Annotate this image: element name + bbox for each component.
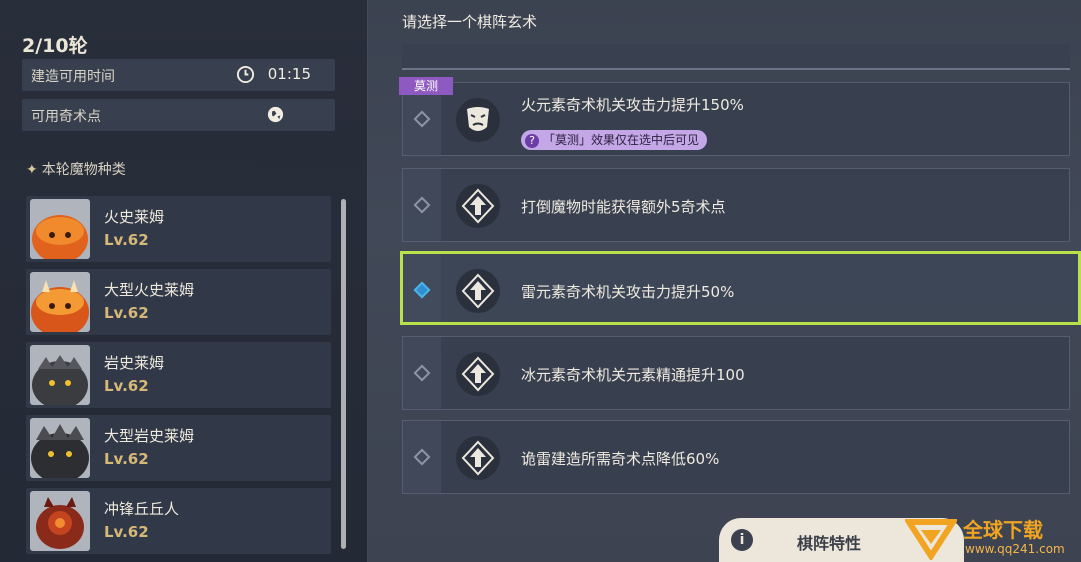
mystery-tag: 莫测	[399, 77, 453, 95]
option-text: 雷元素奇术机关攻击力提升50%	[521, 283, 735, 301]
mystery-hint: ? 「莫测」效果仅在选中后可见	[521, 130, 708, 150]
build-time-row: 建造可用时间 01:15	[22, 59, 335, 91]
monster-level: Lv.62	[104, 304, 149, 322]
sparkle-icon: ✦	[26, 162, 38, 178]
left-panel: 2/10轮 建造可用时间 01:15 可用奇术点 0 ✦本轮魔物种类 火史莱姆	[0, 0, 368, 562]
pyro-slime-portrait	[30, 199, 90, 259]
option-card[interactable]: 诡雷建造所需奇术点降低60%	[402, 420, 1070, 494]
monster-card[interactable]: 火史莱姆 Lv.62	[26, 196, 331, 262]
watermark-logo-icon	[905, 519, 957, 560]
monster-level: Lv.62	[104, 450, 149, 468]
points-row: 可用奇术点 0	[22, 99, 335, 131]
monster-section-title: ✦ 本轮魔物种类	[26, 162, 126, 178]
monster-name: 大型火史莱姆	[104, 281, 195, 299]
monster-card[interactable]: 大型岩史莱姆 Lv.62	[26, 415, 331, 481]
monster-level: Lv.62	[104, 523, 149, 541]
monster-level: Lv.62	[104, 231, 149, 249]
monster-card[interactable]: 岩史莱姆 Lv.62	[26, 342, 331, 408]
arrow-up-icon	[456, 352, 500, 396]
option-card[interactable]: 打倒魔物时能获得额外5奇术点	[402, 168, 1070, 242]
hilichurl-berserker-portrait	[30, 491, 90, 551]
points-label: 可用奇术点	[31, 109, 101, 125]
option-card-selected[interactable]: 雷元素奇术机关攻击力提升50%	[400, 251, 1081, 325]
arrow-up-icon	[456, 436, 500, 480]
monster-list-scrollbar[interactable]	[341, 199, 346, 549]
watermark: 全球下载 www.qq241.com	[905, 512, 1081, 562]
arrow-up-icon	[456, 184, 500, 228]
monster-card[interactable]: 大型火史莱姆 Lv.62	[26, 269, 331, 335]
info-icon: i	[731, 529, 753, 551]
monster-name: 冲锋丘丘人	[104, 500, 180, 518]
large-geo-slime-portrait	[30, 418, 90, 478]
build-time-label: 建造可用时间	[31, 69, 115, 85]
clock-icon	[236, 65, 255, 84]
geo-slime-portrait	[30, 345, 90, 405]
option-card[interactable]: 冰元素奇术机关元素精通提升100	[402, 336, 1070, 410]
arrow-up-icon	[456, 269, 500, 313]
option-text: 诡雷建造所需奇术点降低60%	[521, 450, 720, 468]
large-pyro-slime-portrait	[30, 272, 90, 332]
monster-name: 大型岩史莱姆	[104, 427, 195, 445]
option-card-partial[interactable]	[402, 44, 1070, 70]
monster-name: 火史莱姆	[104, 208, 165, 226]
round-counter: 2/10轮	[22, 35, 88, 57]
watermark-title: 全球下载	[963, 518, 1043, 542]
mask-icon	[456, 98, 500, 142]
panel-title: 请选择一个棋阵玄术	[402, 13, 538, 31]
points-value: 0	[269, 105, 279, 123]
monster-level: Lv.62	[104, 377, 149, 395]
option-text: 打倒魔物时能获得额外5奇术点	[521, 198, 726, 216]
formation-traits-label: 棋阵特性	[797, 534, 862, 553]
option-text: 冰元素奇术机关元素精通提升100	[521, 366, 745, 384]
monster-name: 岩史莱姆	[104, 354, 165, 372]
monster-card[interactable]: 冲锋丘丘人 Lv.62	[26, 488, 331, 554]
build-time-value: 01:15	[267, 65, 311, 83]
option-text: 火元素奇术机关攻击力提升150%	[521, 96, 744, 114]
option-card[interactable]: 火元素奇术机关攻击力提升150% ? 「莫测」效果仅在选中后可见	[402, 82, 1070, 156]
question-icon: ?	[525, 133, 539, 148]
watermark-url: www.qq241.com	[965, 542, 1065, 556]
